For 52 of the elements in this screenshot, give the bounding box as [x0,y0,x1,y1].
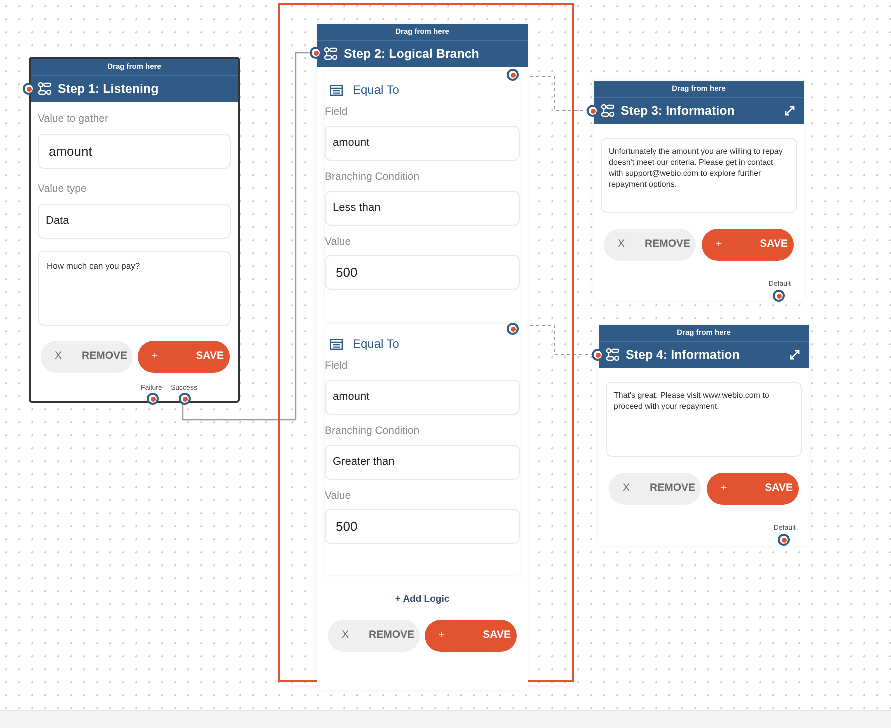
nodes-icon [601,104,615,118]
input-field[interactable]: 500 [325,255,520,290]
node-title: Step 4: Information [626,346,740,364]
remove-button[interactable]: X REMOVE [609,473,701,505]
remove-button[interactable]: X REMOVE [41,340,133,372]
port-handle[interactable] [507,323,519,335]
port-handle[interactable] [147,393,159,405]
expand-icon[interactable] [785,106,795,116]
save-button[interactable]: + SAVE [425,620,517,652]
save-button[interactable]: + SAVE [138,340,230,372]
save-button[interactable]: + SAVE [707,473,799,505]
field-label: Value [325,234,352,250]
field-label: Branching Condition [325,170,421,185]
port-handle[interactable] [507,69,519,81]
add-logic-link[interactable]: + Add Logic [395,593,450,608]
node-title: Step 1: Listening [58,80,159,98]
input-field[interactable]: Less than [325,190,520,226]
list-icon [330,84,343,96]
field-label: Branching Condition [325,424,421,439]
port-handle[interactable] [587,105,599,117]
message-box[interactable]: That's great. Please visit www.webio.com to proceed with your repayment. [606,382,802,457]
port-handle[interactable] [592,349,604,361]
input-field[interactable]: 500 [325,509,520,544]
remove-button[interactable]: X REMOVE [328,620,420,652]
message-box[interactable]: Unfortunately the amount you are willing to repay doesn't meet our criteria. Please get in contact with support@webio.com to explore further repayment options. [601,138,797,213]
nodes-icon [38,82,52,96]
field-label: Value to gather [38,112,110,127]
condition-title: Equal To [353,336,400,353]
nodes-icon [606,348,620,362]
expand-icon[interactable] [790,350,800,360]
input-field[interactable]: amount [325,126,520,161]
list-icon [330,338,343,350]
nodes-icon [324,47,338,61]
message-box[interactable]: How much can you pay? [38,250,231,326]
node-title: Step 2: Logical Branch [344,46,480,63]
port-handle[interactable] [778,534,790,546]
port-handle[interactable] [179,393,191,405]
input-field[interactable]: Greater than [325,444,520,480]
field-label: Field [325,359,349,374]
field-label: Field [325,105,349,120]
field-label: Value type [38,182,88,197]
port-handle[interactable] [23,83,35,95]
port-handle[interactable] [310,47,322,59]
input-field[interactable]: amount [325,380,520,415]
remove-button[interactable]: X REMOVE [604,229,696,261]
node-title: Step 3: Information [621,102,735,120]
input-field[interactable]: amount [38,134,231,169]
port-handle[interactable] [773,290,785,302]
input-field[interactable]: Data [38,204,231,238]
field-label: Value [325,488,352,504]
save-button[interactable]: + SAVE [702,229,794,261]
condition-title: Equal To [353,82,400,99]
